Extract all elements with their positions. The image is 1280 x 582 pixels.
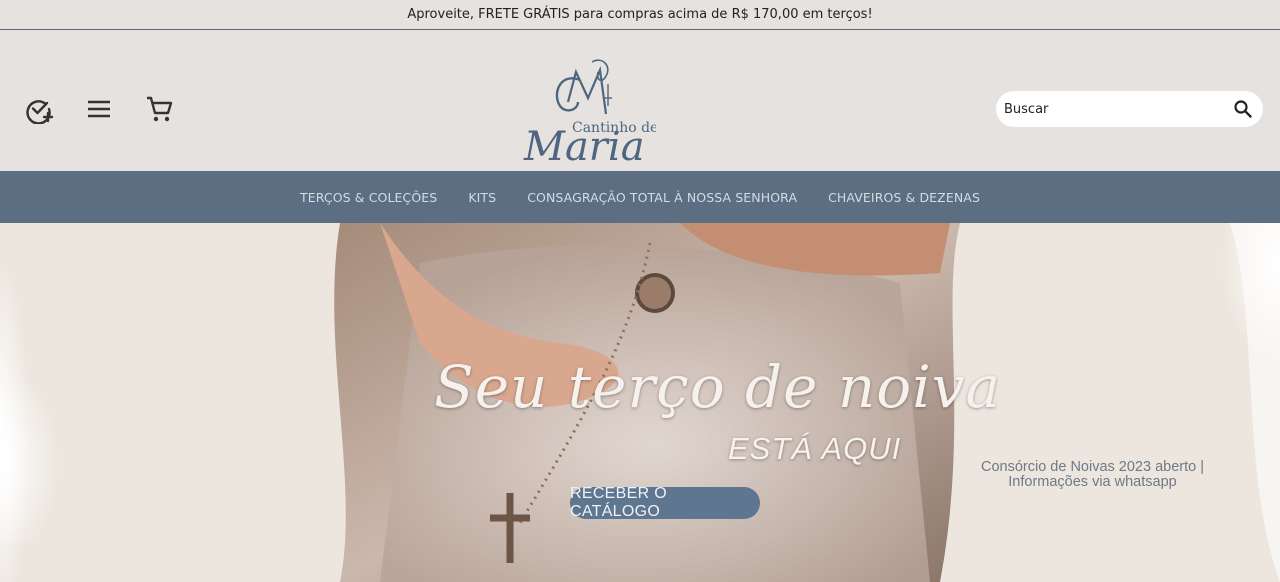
menu-icon[interactable] [84, 94, 114, 124]
announcement-text: Aproveite, FRETE GRÁTIS para compras aci… [407, 7, 873, 22]
main-nav: TERÇOS & COLEÇÕES KITS CONSAGRAÇÃO TOTAL… [0, 171, 1280, 223]
nav-item-chaveiros[interactable]: CHAVEIROS & DEZENAS [828, 190, 980, 205]
hero-script-title: Seu terço de noiva [434, 353, 1002, 421]
search-icon[interactable] [1233, 99, 1253, 119]
search-input[interactable] [1004, 91, 1224, 127]
check-circle-plus-icon[interactable] [24, 94, 54, 125]
receive-catalog-button[interactable]: RECEBER O CATÁLOGO [570, 485, 760, 520]
hero-subtitle: ESTÁ AQUI [728, 431, 902, 466]
nav-item-tercos[interactable]: TERÇOS & COLEÇÕES [300, 190, 437, 205]
search-box[interactable] [996, 91, 1263, 127]
site-logo[interactable]: Cantinho de Maria [520, 54, 658, 170]
cart-icon[interactable] [144, 94, 174, 124]
nav-item-kits[interactable]: KITS [468, 190, 496, 205]
promo-text: Consórcio de Noivas 2023 aberto | Inform… [970, 460, 1215, 490]
promo-line2: Informações via whatsapp [1008, 474, 1177, 490]
hero-banner: Seu terço de noiva ESTÁ AQUI RECEBER O C… [0, 223, 1280, 582]
site-header: Cantinho de Maria [0, 30, 1280, 171]
promo-line1: Consórcio de Noivas 2023 aberto | [980, 459, 1204, 475]
logo-line2: Maria [523, 124, 645, 166]
announcement-bar: Aproveite, FRETE GRÁTIS para compras aci… [0, 0, 1280, 30]
nav-item-consagracao[interactable]: CONSAGRAÇÃO TOTAL À NOSSA SENHORA [527, 190, 797, 205]
